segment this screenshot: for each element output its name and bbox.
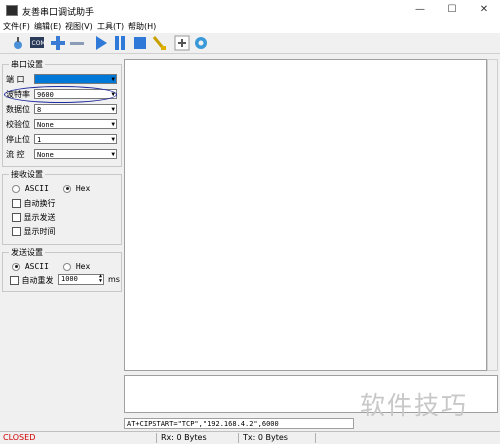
databits-select[interactable]: 8 ▼ <box>34 104 117 114</box>
show-send-checkbox[interactable]: 显示发送 <box>12 212 56 223</box>
add-tab-icon[interactable] <box>174 35 190 51</box>
com-icon[interactable]: COM <box>29 35 45 51</box>
parity-label: 校验位 <box>6 120 30 129</box>
chevron-down-icon: ▼ <box>111 106 115 113</box>
close-button[interactable]: ✕ <box>468 0 500 20</box>
plus-icon[interactable] <box>50 35 66 51</box>
connection-status: CLOSED <box>3 433 36 442</box>
minus-icon[interactable] <box>69 35 85 51</box>
auto-wrap-checkbox[interactable]: 自动换行 <box>12 198 56 209</box>
status-bar: CLOSED Rx: 0 Bytes Tx: 0 Bytes <box>0 431 500 444</box>
recv-ascii-radio[interactable]: ASCII <box>12 184 49 193</box>
port-label: 端 口 <box>6 75 25 84</box>
send-ascii-radio[interactable]: ASCII <box>12 262 49 271</box>
chevron-down-icon: ▼ <box>111 76 115 83</box>
recv-settings-title: 接收设置 <box>9 169 45 180</box>
pause-icon[interactable] <box>112 35 128 51</box>
highlight-ellipse <box>4 86 117 103</box>
status-divider <box>156 433 157 443</box>
menu-bar: 文件(F) 编辑(E) 视图(V) 工具(T) 帮助(H) <box>0 20 500 33</box>
chevron-down-icon: ▼ <box>111 121 115 128</box>
recv-hex-radio[interactable]: Hex <box>63 184 90 193</box>
send-hex-radio[interactable]: Hex <box>63 262 90 271</box>
menu-edit[interactable]: 编辑(E) <box>34 21 61 32</box>
menu-view[interactable]: 视图(V) <box>65 21 93 32</box>
serial-settings-title: 串口设置 <box>9 59 45 70</box>
chevron-down-icon: ▼ <box>111 151 115 158</box>
window-title: 友善串口调试助手 <box>22 8 95 18</box>
minimize-button[interactable]: — <box>404 0 436 20</box>
settings-icon[interactable] <box>193 35 209 51</box>
stepper-arrows-icon[interactable]: ▲ ▼ <box>99 274 102 284</box>
show-time-checkbox[interactable]: 显示时间 <box>12 226 56 237</box>
maximize-button[interactable]: ☐ <box>436 0 468 20</box>
flowctrl-label: 流 控 <box>6 150 25 159</box>
auto-resend-checkbox[interactable]: 自动重发 <box>10 275 54 286</box>
parity-select[interactable]: None ▼ <box>34 119 117 129</box>
port-select[interactable]: ▼ <box>34 74 117 84</box>
clear-icon[interactable] <box>151 35 167 51</box>
interval-unit: ms <box>108 275 120 284</box>
toolbar: COM <box>0 33 500 54</box>
watermark-text: 软件技巧 <box>360 391 469 420</box>
flowctrl-select[interactable]: None ▼ <box>34 149 117 159</box>
rx-count: Rx: 0 Bytes <box>161 433 207 442</box>
command-input[interactable]: AT+CIPSTART="TCP","192.168.4.2",6000 <box>124 418 354 429</box>
send-settings-group: 发送设置 <box>2 247 122 292</box>
receive-textarea[interactable] <box>124 59 487 371</box>
menu-file[interactable]: 文件(F) <box>3 21 30 32</box>
play-icon[interactable] <box>93 35 109 51</box>
stop-icon[interactable] <box>132 35 148 51</box>
status-divider <box>238 433 239 443</box>
databits-label: 数据位 <box>6 105 30 114</box>
svg-text:COM: COM <box>32 40 46 47</box>
chevron-down-icon: ▼ <box>111 136 115 143</box>
send-settings-title: 发送设置 <box>9 247 45 258</box>
stopbits-label: 停止位 <box>6 135 30 144</box>
interval-stepper[interactable]: 1000 ▲ ▼ <box>58 274 104 285</box>
app-icon <box>6 5 18 16</box>
menu-help[interactable]: 帮助(H) <box>128 21 156 32</box>
title-bar: 友善串口调试助手 — ☐ ✕ <box>0 0 500 21</box>
menu-tools[interactable]: 工具(T) <box>97 21 124 32</box>
new-icon[interactable] <box>10 35 26 51</box>
stopbits-select[interactable]: 1 ▼ <box>34 134 117 144</box>
vertical-scrollbar[interactable] <box>487 59 498 371</box>
tx-count: Tx: 0 Bytes <box>243 433 288 442</box>
status-divider <box>315 433 316 443</box>
